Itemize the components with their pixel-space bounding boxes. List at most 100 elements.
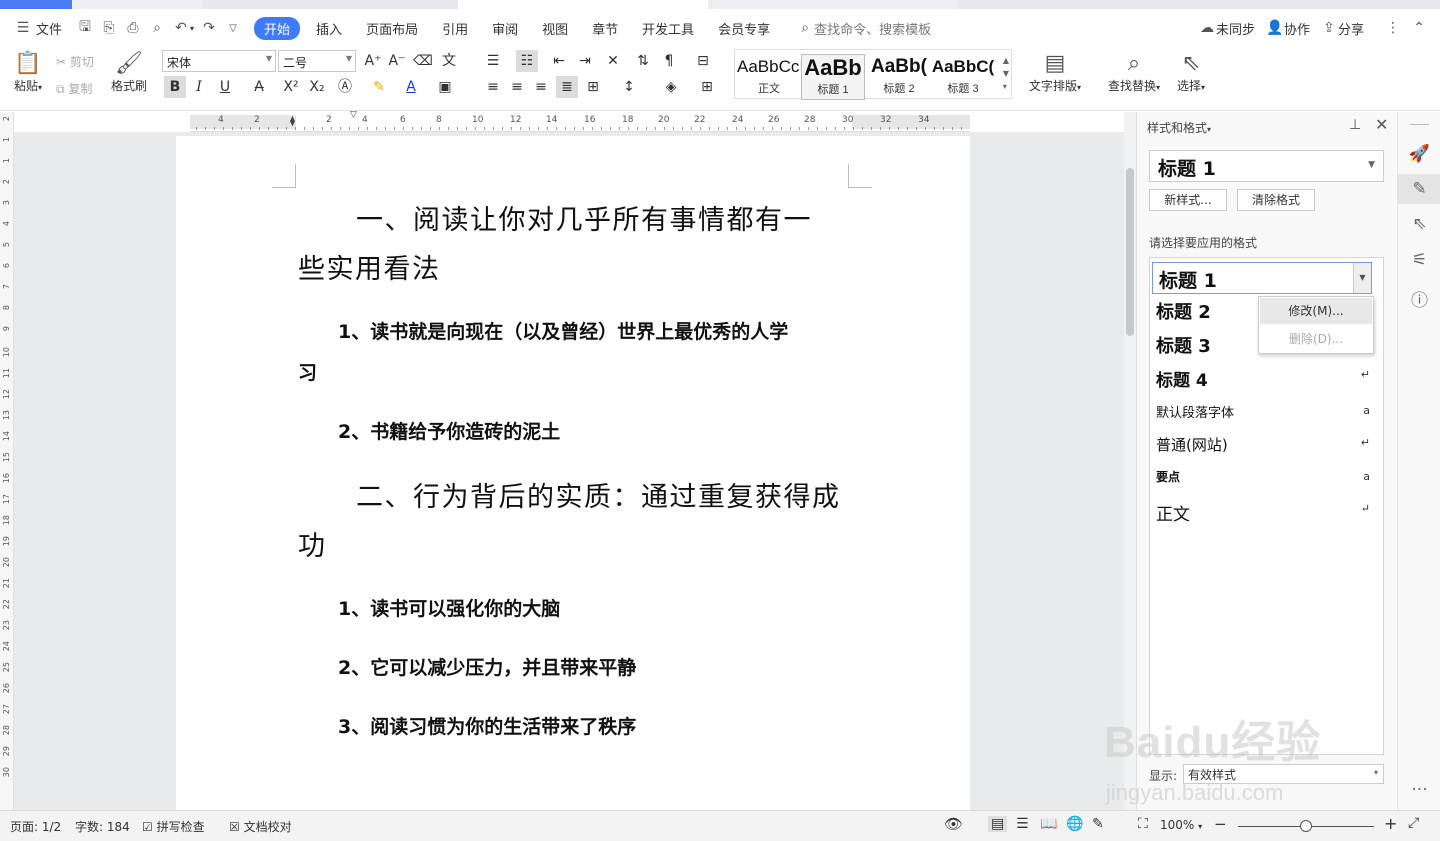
chevron-down-icon[interactable]: ▼ — [1353, 263, 1371, 293]
align-right-icon[interactable]: ≡ — [530, 76, 552, 98]
heading-1-line[interactable]: 功 — [298, 522, 327, 571]
redo-button[interactable]: ↷ — [200, 9, 218, 47]
page-indicator[interactable]: 页面: 1/2 — [10, 818, 61, 835]
first-line-indent-marker[interactable]: ▽ — [350, 110, 357, 120]
style-heading-1[interactable]: AaBb 标题 1 — [801, 54, 865, 100]
distribute-icon[interactable]: ⊞ — [582, 76, 604, 98]
increase-indent-icon[interactable]: ⇥ — [574, 50, 596, 72]
help-icon[interactable]: ⓘ — [1398, 286, 1440, 311]
panel-title[interactable]: 样式和格式▾ — [1147, 119, 1211, 136]
font-color-button[interactable]: A — [400, 76, 422, 98]
sliders-icon[interactable]: ⚟ — [1398, 250, 1440, 270]
text-effect-icon[interactable]: Ⓐ — [334, 76, 356, 98]
shading-icon[interactable]: ◈ — [660, 76, 682, 98]
text-layout-button[interactable]: ▤ 文字排版▾ — [1026, 51, 1084, 94]
new-style-button[interactable]: 新样式... — [1149, 189, 1227, 211]
heading-2-line[interactable]: 1、读书可以强化你的大脑 — [338, 589, 560, 630]
italic-button[interactable]: I — [188, 76, 210, 98]
decrease-indent-icon[interactable]: ⇤ — [548, 50, 570, 72]
share-button[interactable]: ⇪ 分享 — [1320, 9, 1364, 47]
numbered-list-icon[interactable]: ☷ — [516, 50, 538, 72]
paste-button[interactable]: 📋 粘贴▾ — [10, 51, 46, 94]
style-list-item[interactable]: 普通(网站) ↵ — [1156, 434, 1376, 455]
copy-button[interactable]: ⧉ 复制 — [56, 80, 92, 97]
eye-protect-icon[interactable]: 👁 — [944, 815, 963, 833]
shrink-font-icon[interactable]: A⁻ — [386, 50, 408, 72]
font-size-select[interactable]: 二号 ▼ — [278, 50, 356, 72]
horizontal-ruler[interactable]: 4 2 2 4 6 8 10 12 14 16 18 20 22 24 26 28 30 32 34 ⧫ ▽ — [190, 110, 970, 132]
spell-check-button[interactable]: ☑ 拼写检查 — [142, 818, 205, 835]
heading-2-line[interactable]: 3、阅读习惯为你的生活带来了秩序 — [338, 707, 636, 748]
outline-view-icon[interactable]: ☰ — [1016, 816, 1029, 832]
doc-proof-button[interactable]: ☒ 文档校对 — [229, 818, 292, 835]
style-heading-3[interactable]: AaBbC(标题 3 — [931, 54, 995, 100]
heading-2-line[interactable]: 1、读书就是向现在（以及曾经）世界上最优秀的人学 — [338, 312, 788, 353]
vertical-ruler[interactable]: 2 1 1 2 3 4 5 6 7 8 9 10 11 12 13 14 15 16 17 18 19 20 21 22 23 2… — [0, 112, 14, 810]
page-view-icon[interactable]: ▤ — [988, 816, 1008, 832]
style-normal[interactable]: AaBbCcI 正文 — [737, 54, 801, 100]
delete-menu-item[interactable]: 删除(D)... — [1260, 326, 1372, 352]
close-icon[interactable]: ✕ — [1375, 115, 1388, 134]
heading-1-line[interactable]: 一、阅读让你对几乎所有事情都有一 — [356, 196, 812, 245]
scrollbar-thumb[interactable] — [1126, 168, 1134, 336]
heading-2-line[interactable]: 习 — [298, 353, 317, 394]
phonetic-icon[interactable]: 文 — [438, 50, 460, 72]
justify-icon[interactable]: ≣ — [556, 76, 578, 98]
pen-icon[interactable]: ✎ — [1398, 174, 1440, 204]
more-button[interactable]: ⋮ — [1384, 9, 1402, 47]
tab-references[interactable]: 引用 — [442, 9, 468, 47]
window-tab[interactable] — [0, 0, 72, 9]
style-list-item[interactable]: 正文 ↵ — [1156, 500, 1376, 525]
collaborate-button[interactable]: 👤 协作 — [1266, 9, 1310, 47]
tab-review[interactable]: 审阅 — [492, 9, 518, 47]
zoom-out-icon[interactable]: − — [1214, 815, 1227, 833]
tab-home[interactable]: 开始 — [254, 9, 301, 47]
quick-access-dropdown[interactable]: ▽ — [224, 9, 242, 47]
more-icon[interactable]: ··· — [1398, 780, 1440, 800]
align-center-icon[interactable]: ≡ — [506, 76, 528, 98]
undo-button[interactable]: ↶ ▾ — [172, 9, 194, 47]
pin-icon[interactable]: ⊥ — [1349, 117, 1361, 133]
clear-format-icon[interactable]: ⌫ — [412, 50, 434, 72]
zoom-slider-thumb[interactable] — [1300, 820, 1312, 832]
select-button[interactable]: ⇖ 选择▾ — [1172, 51, 1210, 94]
indent-marker[interactable]: ⧫ — [290, 116, 295, 127]
reading-view-icon[interactable]: 📖 — [1040, 816, 1057, 832]
fullscreen-icon[interactable]: ⤢ — [1408, 815, 1419, 831]
window-tab-active[interactable] — [458, 0, 708, 9]
modify-menu-item[interactable]: 修改(M)... — [1260, 298, 1372, 324]
export-button[interactable]: ⎘ — [100, 9, 118, 47]
show-marks-icon[interactable]: ¶ — [658, 50, 680, 72]
heading-1-line[interactable]: 二、行为背后的实质：通过重复获得成 — [356, 473, 841, 522]
window-tab[interactable] — [708, 0, 958, 9]
print-button[interactable]: ⎙ — [124, 9, 142, 47]
font-name-select[interactable]: 宋体 ▼ — [162, 50, 276, 72]
rocket-icon[interactable]: 🚀 — [1398, 144, 1440, 164]
grow-font-icon[interactable]: A⁺ — [362, 50, 384, 72]
heading-1-line[interactable]: 些实用看法 — [298, 245, 441, 294]
pen-mode-icon[interactable]: ✎ — [1092, 816, 1104, 832]
save-button[interactable]: 🖫 — [76, 9, 94, 47]
style-list-item[interactable]: 标题 4 ↵ — [1156, 366, 1376, 391]
collapse-ribbon-button[interactable]: ⌃ — [1410, 9, 1428, 47]
current-style-field[interactable]: 标题 1 ▼ — [1149, 150, 1384, 182]
tab-section[interactable]: 章节 — [592, 9, 618, 47]
style-list-item[interactable]: 要点 a — [1156, 468, 1376, 485]
tab-member[interactable]: 会员专享 — [718, 9, 770, 47]
borders-icon[interactable]: ⊞ — [696, 76, 718, 98]
zoom-in-icon[interactable]: + — [1384, 814, 1397, 833]
style-item-selected[interactable]: 标题 1 ▼ — [1152, 262, 1372, 294]
cut-button[interactable]: ✂ 剪切 — [56, 53, 94, 70]
tab-view[interactable]: 视图 — [542, 9, 568, 47]
char-border-icon[interactable]: ▣ — [434, 76, 456, 98]
zoom-level[interactable]: 100% ▾ — [1160, 818, 1202, 832]
command-search[interactable]: ⌕ 查找命令、搜索模板 — [796, 9, 931, 47]
web-view-icon[interactable]: 🌐 — [1066, 816, 1083, 832]
word-count[interactable]: 字数: 184 — [75, 818, 130, 835]
find-replace-button[interactable]: ⌕ 查找替换▾ — [1104, 51, 1164, 94]
format-painter-button[interactable]: 🖌 格式刷 — [108, 51, 150, 94]
highlight-icon[interactable]: ✎ — [368, 76, 390, 98]
fit-page-icon[interactable]: ⛶ — [1138, 816, 1148, 832]
tab-insert[interactable]: 插入 — [316, 9, 342, 47]
document-page[interactable]: 一、阅读让你对几乎所有事情都有一 些实用看法 1、读书就是向现在（以及曾经）世界上最… — [176, 136, 970, 810]
